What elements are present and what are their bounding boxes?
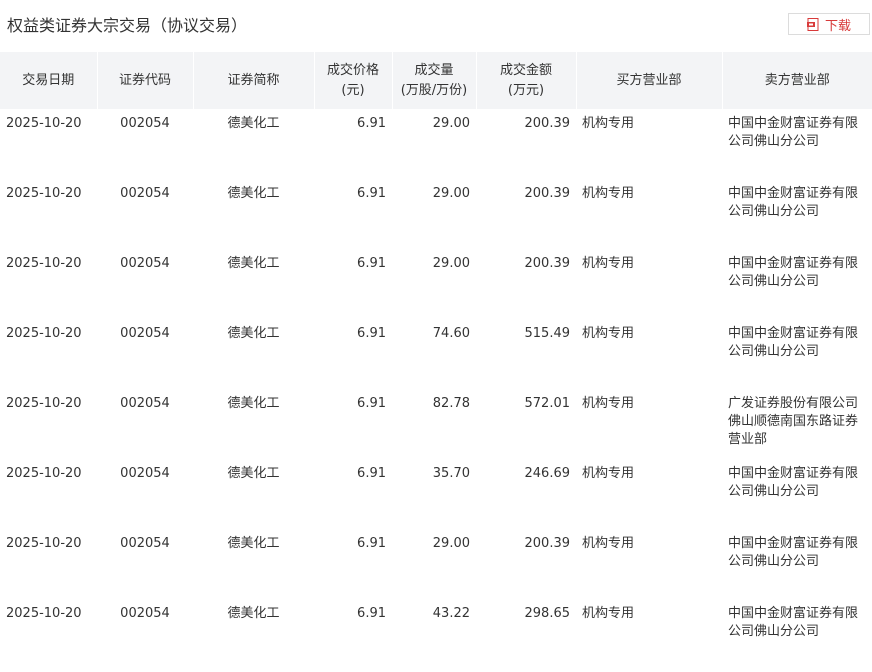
cell-buyer-branch: 机构专用 [582, 536, 635, 551]
column-header-trade-date: 交易日期 [0, 52, 98, 109]
cell-security-name: 德美化工 [227, 396, 280, 411]
cell-volume: 82.78 [432, 396, 470, 411]
cell-security-name: 德美化工 [227, 326, 280, 341]
table-row: 2025-10-20 002054 德美化工 6.91 74.60 515.49 机构专用 中… [0, 319, 872, 389]
cell-amount: 200.39 [524, 116, 571, 131]
cell-volume: 29.00 [432, 186, 470, 201]
cell-buyer-branch: 机构专用 [582, 256, 635, 271]
cell-amount: 298.65 [524, 606, 571, 621]
cell-seller-branch: 中国中金财富证券有限公司佛山分公司 [728, 606, 859, 639]
table-body: 2025-10-20 002054 德美化工 6.91 29.00 200.39 机构专用中… [0, 109, 872, 669]
cell-seller-branch: 广发证券股份有限公司佛山顺德南国东路证券营业部 [728, 396, 859, 447]
cell-price: 6.91 [357, 536, 386, 551]
cell-security-code: 002054 [120, 116, 170, 131]
cell-security-name: 德美化工 [227, 186, 280, 201]
cell-seller-branch: 中国中金财富证券有限公司佛山分公司 [728, 256, 859, 289]
cell-buyer-branch: 机构专用 [582, 396, 635, 411]
table-header: 交易日期 证券代码 证券简称 成交价格 (元) 成交量 (万股/万份) 成交金额 (万元) 买方营… [0, 52, 872, 109]
cell-buyer-branch: 机构专用 [582, 326, 635, 341]
cell-volume: 74.60 [432, 326, 470, 341]
cell-seller-branch: 中国中金财富证券有限公司佛山分公司 [728, 326, 859, 359]
cell-security-name: 德美化工 [227, 256, 280, 271]
column-header-amount: 成交金额 (万元) [476, 52, 577, 109]
table-row: 2025-10-20 002054 德美化工 6.91 35.70 246.69 机构专用 中… [0, 459, 872, 529]
download-button[interactable]: 下载 [788, 13, 870, 35]
column-header-security-name: 证券简称 [193, 52, 315, 109]
column-header-seller-branch: 卖方营业部 [722, 52, 872, 109]
cell-volume: 29.00 [432, 116, 470, 131]
cell-trade-date: 2025-10-20 [6, 606, 82, 621]
cell-seller-branch: 中国中金财富证券有限公司佛山分公司 [728, 186, 859, 219]
column-header-text: 买方营业部 [616, 72, 682, 88]
cell-security-code: 002054 [120, 606, 170, 621]
cell-trade-date: 2025-10-20 [6, 396, 82, 411]
cell-security-name: 德美化工 [227, 606, 280, 621]
cell-buyer-branch: 机构专用 [582, 186, 635, 201]
cell-security-code: 002054 [120, 256, 170, 271]
cell-trade-date: 2025-10-20 [6, 326, 82, 341]
cell-price: 6.91 [357, 326, 386, 341]
download-label: 下载 [824, 18, 851, 34]
cell-amount: 515.49 [524, 326, 571, 341]
column-header-text: (元) [341, 82, 365, 98]
column-header-text: 证券代码 [118, 72, 171, 88]
cell-seller-branch: 中国中金财富证券有限公司佛山分公司 [728, 466, 859, 499]
cell-security-code: 002054 [120, 466, 170, 481]
cell-security-code: 002054 [120, 326, 170, 341]
page-title: 权益类证券大宗交易（协议交易） [7, 16, 248, 35]
column-header-text: 成交价格 [326, 62, 379, 78]
cell-trade-date: 2025-10-20 [6, 186, 82, 201]
pdf-download-icon [806, 17, 819, 31]
cell-security-name: 德美化工 [227, 466, 280, 481]
column-header-text: 成交金额 [499, 62, 552, 78]
cell-price: 6.91 [357, 186, 386, 201]
cell-amount: 246.69 [524, 466, 571, 481]
cell-seller-branch: 中国中金财富证券有限公司佛山分公司 [728, 116, 859, 149]
cell-security-code: 002054 [120, 186, 170, 201]
table-row: 2025-10-20 002054 德美化工 6.91 29.00 200.39 机构专用 中… [0, 529, 872, 599]
cell-price: 6.91 [357, 606, 386, 621]
cell-price: 6.91 [357, 116, 386, 131]
cell-buyer-branch: 机构专用 [582, 606, 635, 621]
cell-security-name: 德美化工 [227, 116, 280, 131]
column-header-text: (万元) [507, 82, 545, 98]
cell-trade-date: 2025-10-20 [6, 536, 82, 551]
cell-seller-branch: 中国中金财富证券有限公司佛山分公司 [728, 536, 859, 569]
cell-volume: 29.00 [432, 536, 470, 551]
cell-buyer-branch: 机构专用 [582, 466, 635, 481]
cell-volume: 43.22 [432, 606, 470, 621]
cell-amount: 200.39 [524, 536, 571, 551]
cell-trade-date: 2025-10-20 [6, 466, 82, 481]
cell-security-code: 002054 [120, 536, 170, 551]
cell-buyer-branch: 机构专用 [582, 116, 635, 131]
header-row: 交易日期 证券代码 证券简称 成交价格 (元) 成交量 (万股/万份) 成交金额 (万元) 买方营… [0, 52, 872, 109]
cell-volume: 35.70 [432, 466, 470, 481]
cell-amount: 572.01 [524, 396, 571, 411]
column-header-text: 交易日期 [22, 72, 75, 88]
column-header-price: 成交价格 (元) [314, 52, 393, 109]
column-header-text: 成交量 [414, 62, 454, 78]
table-row: 2025-10-20 002054 德美化工 6.91 29.00 200.39 机构专用 中… [0, 179, 872, 249]
cell-security-code: 002054 [120, 396, 170, 411]
block-trade-table: 交易日期 证券代码 证券简称 成交价格 (元) 成交量 (万股/万份) 成交金额 (万元) 买方营… [0, 52, 872, 669]
column-header-text: 证券简称 [227, 72, 280, 88]
cell-price: 6.91 [357, 256, 386, 271]
column-header-text: (万股/万份) [400, 82, 468, 98]
cell-price: 6.91 [357, 396, 386, 411]
column-header-volume: 成交量 (万股/万份) [392, 52, 477, 109]
cell-price: 6.91 [357, 466, 386, 481]
table-row: 2025-10-20 002054 德美化工 6.91 29.00 200.39 机构专用 中… [0, 249, 872, 319]
table-row: 2025-10-20 002054 德美化工 6.91 82.78 572.01 机构专用 广… [0, 389, 872, 459]
column-header-text: 卖方营业部 [764, 72, 830, 88]
cell-security-name: 德美化工 [227, 536, 280, 551]
column-header-buyer-branch: 买方营业部 [576, 52, 723, 109]
cell-amount: 200.39 [524, 256, 571, 271]
cell-trade-date: 2025-10-20 [6, 116, 82, 131]
table-row: 2025-10-20 002054 德美化工 6.91 43.22 298.65 机构专用 中… [0, 599, 872, 669]
cell-amount: 200.39 [524, 186, 571, 201]
cell-trade-date: 2025-10-20 [6, 256, 82, 271]
column-header-security-code: 证券代码 [97, 52, 194, 109]
table-row: 2025-10-20 002054 德美化工 6.91 29.00 200.39 机构专用 中… [0, 109, 872, 179]
cell-volume: 29.00 [432, 256, 470, 271]
